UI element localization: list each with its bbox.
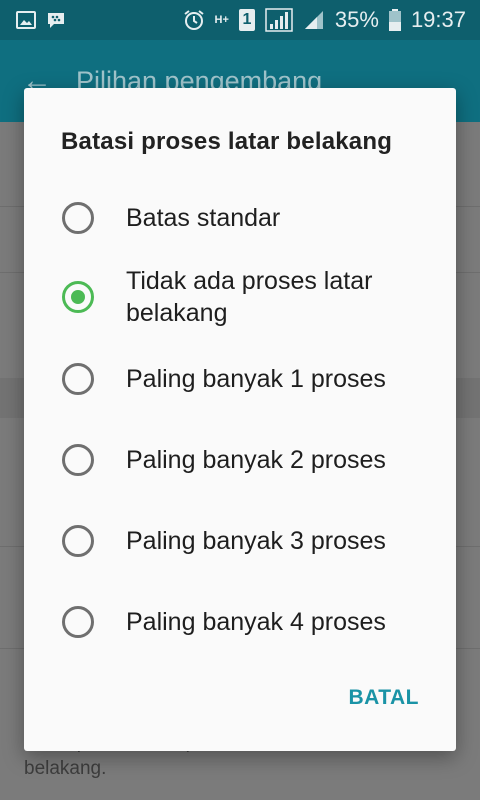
status-left bbox=[16, 11, 66, 29]
radio-button[interactable] bbox=[62, 202, 94, 234]
clock: 19:37 bbox=[410, 7, 466, 32]
limit-background-processes-dialog: Batasi proses latar belakang Batas stand… bbox=[24, 88, 456, 751]
signal-secondary-icon bbox=[303, 9, 325, 31]
network-type: H+ bbox=[214, 14, 229, 26]
battery-icon bbox=[388, 9, 401, 31]
radio-button-selected[interactable] bbox=[62, 281, 94, 313]
option-label: Paling banyak 4 proses bbox=[126, 608, 386, 636]
option-label-line-2: belakang bbox=[126, 299, 228, 327]
option-at-most-4-processes[interactable]: Paling banyak 4 proses bbox=[24, 601, 456, 651]
option-at-most-2-processes[interactable]: Paling banyak 2 proses bbox=[24, 439, 456, 489]
status-right: H+ 1 35% 19:37 bbox=[183, 7, 466, 33]
footer-line-2: belakang. bbox=[24, 758, 107, 779]
option-label: Tidak ada proses latar belakang bbox=[126, 265, 426, 329]
gallery-icon bbox=[16, 11, 36, 29]
sim-slot-badge: 1 bbox=[238, 9, 255, 31]
alarm-icon bbox=[183, 9, 205, 31]
radio-button[interactable] bbox=[62, 444, 94, 476]
radio-button[interactable] bbox=[62, 525, 94, 557]
status-bar: H+ 1 35% 19:37 bbox=[0, 0, 480, 40]
option-label-line-1: Tidak ada proses latar bbox=[126, 267, 373, 295]
radio-button[interactable] bbox=[62, 363, 94, 395]
option-standard-limit[interactable]: Batas standar bbox=[24, 193, 456, 243]
cancel-button[interactable]: BATAL bbox=[348, 686, 419, 710]
option-label: Paling banyak 1 proses bbox=[126, 365, 386, 393]
bbm-icon bbox=[46, 11, 66, 29]
radio-button[interactable] bbox=[62, 606, 94, 638]
option-at-most-1-process[interactable]: Paling banyak 1 proses bbox=[24, 358, 456, 408]
option-label: Paling banyak 2 proses bbox=[126, 446, 386, 474]
radio-selected-dot bbox=[71, 290, 85, 304]
option-no-background-processes[interactable]: Tidak ada proses latar belakang bbox=[24, 263, 456, 333]
option-label: Batas standar bbox=[126, 204, 281, 232]
battery-percent: 35% bbox=[334, 7, 379, 32]
dialog-title: Batasi proses latar belakang bbox=[61, 128, 393, 155]
option-at-most-3-processes[interactable]: Paling banyak 3 proses bbox=[24, 520, 456, 570]
signal-icon bbox=[265, 8, 293, 32]
option-label: Paling banyak 3 proses bbox=[126, 527, 386, 555]
